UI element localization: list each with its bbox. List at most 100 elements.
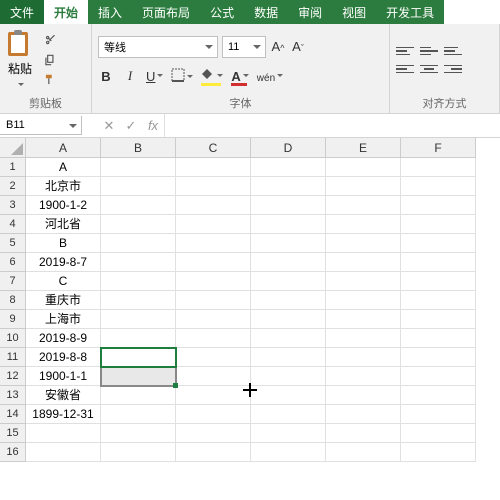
cell[interactable]: [176, 177, 251, 196]
row-header[interactable]: 2: [0, 177, 26, 196]
row-header[interactable]: 14: [0, 405, 26, 424]
cell[interactable]: 2019-8-9: [26, 329, 101, 348]
cell[interactable]: [251, 329, 326, 348]
row-header[interactable]: 10: [0, 329, 26, 348]
cell[interactable]: [101, 196, 176, 215]
cell[interactable]: [176, 329, 251, 348]
cell[interactable]: 上海市: [26, 310, 101, 329]
cell[interactable]: [26, 443, 101, 462]
font-name-select[interactable]: 等线: [98, 36, 218, 58]
align-middle-button[interactable]: [420, 44, 438, 58]
cell[interactable]: [251, 291, 326, 310]
cell[interactable]: [251, 348, 326, 367]
increase-font-icon[interactable]: A^: [270, 39, 286, 54]
cell[interactable]: [326, 386, 401, 405]
cell[interactable]: [326, 177, 401, 196]
col-header[interactable]: C: [176, 138, 251, 158]
col-header[interactable]: E: [326, 138, 401, 158]
enter-icon[interactable]: ✓: [120, 118, 142, 134]
cell[interactable]: [101, 158, 176, 177]
align-top-button[interactable]: [396, 44, 414, 58]
row-header[interactable]: 13: [0, 386, 26, 405]
cell[interactable]: [101, 348, 176, 367]
fx-icon[interactable]: fx: [142, 118, 164, 134]
cell[interactable]: [401, 386, 476, 405]
formula-input[interactable]: [164, 114, 500, 137]
cell[interactable]: [251, 386, 326, 405]
row-header[interactable]: 11: [0, 348, 26, 367]
cell[interactable]: [176, 158, 251, 177]
cell[interactable]: [26, 424, 101, 443]
cell[interactable]: [251, 272, 326, 291]
cell[interactable]: [326, 443, 401, 462]
cell[interactable]: A: [26, 158, 101, 177]
cell[interactable]: [101, 234, 176, 253]
cell[interactable]: 1899-12-31: [26, 405, 101, 424]
cell[interactable]: [176, 291, 251, 310]
tab-公式[interactable]: 公式: [200, 0, 244, 24]
cell[interactable]: [401, 443, 476, 462]
cell[interactable]: [176, 424, 251, 443]
cell[interactable]: [326, 158, 401, 177]
cell[interactable]: [176, 253, 251, 272]
row-header[interactable]: 12: [0, 367, 26, 386]
cell[interactable]: [101, 215, 176, 234]
col-header[interactable]: A: [26, 138, 101, 158]
cell[interactable]: B: [26, 234, 101, 253]
cell[interactable]: 2019-8-7: [26, 253, 101, 272]
cell[interactable]: [251, 215, 326, 234]
tab-视图[interactable]: 视图: [332, 0, 376, 24]
cell[interactable]: [176, 405, 251, 424]
format-painter-icon[interactable]: [42, 73, 58, 87]
cell[interactable]: [401, 405, 476, 424]
phonetic-button[interactable]: wén: [257, 69, 283, 84]
cell[interactable]: 重庆市: [26, 291, 101, 310]
italic-button[interactable]: I: [122, 68, 138, 84]
row-header[interactable]: 4: [0, 215, 26, 234]
cell[interactable]: [326, 348, 401, 367]
cell[interactable]: [101, 177, 176, 196]
cell[interactable]: 安徽省: [26, 386, 101, 405]
cell[interactable]: 河北省: [26, 215, 101, 234]
font-color-button[interactable]: A: [231, 69, 248, 84]
row-header[interactable]: 1: [0, 158, 26, 177]
cell[interactable]: [326, 272, 401, 291]
cell[interactable]: [101, 253, 176, 272]
cell[interactable]: 2019-8-8: [26, 348, 101, 367]
tab-开发工具[interactable]: 开发工具: [376, 0, 444, 24]
row-header[interactable]: 5: [0, 234, 26, 253]
cell[interactable]: [101, 291, 176, 310]
underline-button[interactable]: U: [146, 69, 163, 84]
cell[interactable]: [101, 272, 176, 291]
cell[interactable]: 1900-1-1: [26, 367, 101, 386]
cell[interactable]: [176, 234, 251, 253]
cell[interactable]: [251, 310, 326, 329]
cell[interactable]: [401, 253, 476, 272]
cell[interactable]: [326, 196, 401, 215]
cell[interactable]: [101, 386, 176, 405]
cell[interactable]: [101, 405, 176, 424]
tab-插入[interactable]: 插入: [88, 0, 132, 24]
cell[interactable]: [101, 367, 176, 386]
fill-color-button[interactable]: [201, 69, 223, 84]
align-left-button[interactable]: [396, 62, 414, 76]
cell[interactable]: C: [26, 272, 101, 291]
cell[interactable]: [176, 367, 251, 386]
tab-审阅[interactable]: 审阅: [288, 0, 332, 24]
row-header[interactable]: 15: [0, 424, 26, 443]
font-size-select[interactable]: 11: [222, 36, 266, 58]
cell[interactable]: [176, 272, 251, 291]
cell[interactable]: [401, 272, 476, 291]
cell[interactable]: [101, 329, 176, 348]
cell[interactable]: [251, 443, 326, 462]
cell[interactable]: [251, 367, 326, 386]
cell[interactable]: [326, 329, 401, 348]
paste-button[interactable]: 粘贴: [6, 28, 34, 93]
tab-开始[interactable]: 开始: [44, 0, 88, 24]
cut-icon[interactable]: [42, 33, 58, 47]
row-header[interactable]: 3: [0, 196, 26, 215]
cell[interactable]: [251, 234, 326, 253]
col-header[interactable]: D: [251, 138, 326, 158]
decrease-font-icon[interactable]: Aˇ: [290, 39, 306, 54]
cell[interactable]: [326, 424, 401, 443]
